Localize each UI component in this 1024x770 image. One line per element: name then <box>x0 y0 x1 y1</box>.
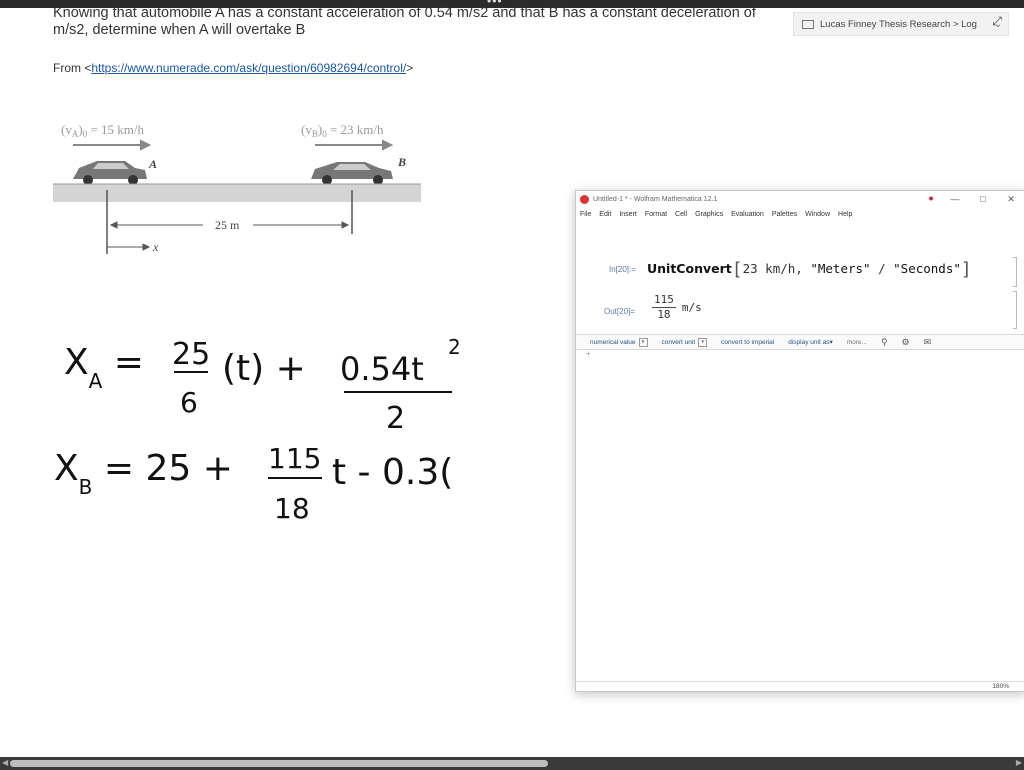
from-close: > <box>406 61 414 75</box>
svg-text:6: 6 <box>180 386 198 419</box>
input-cell-bracket[interactable] <box>1013 257 1017 287</box>
expand-icon[interactable]: ⤢ <box>988 14 1006 32</box>
mathematica-logo-icon <box>580 194 589 204</box>
question-line-2: m/s2, determine when A will overtake B <box>53 22 306 38</box>
svg-text:(t) +: (t) + <box>222 348 306 389</box>
output-unit: m/s <box>681 301 702 314</box>
input-arg-unit-num: "Meters" <box>810 261 871 276</box>
menu-evaluation[interactable]: Evaluation <box>731 211 764 218</box>
maximize-icon[interactable]: □ <box>969 194 997 204</box>
search-icon[interactable]: ⚲ <box>881 337 888 348</box>
menu-format[interactable]: Format <box>645 211 667 218</box>
menu-file[interactable]: File <box>580 211 591 218</box>
svg-text:18: 18 <box>274 492 310 525</box>
output-denominator: 18 <box>657 308 671 321</box>
page-icon <box>802 19 814 29</box>
menu-palettes[interactable]: Palettes <box>772 211 797 218</box>
input-arg-unit-den: "Seconds" <box>893 261 961 276</box>
input-cell[interactable]: UnitConvert[23 km/h, "Meters" / "Seconds… <box>647 257 972 280</box>
distance-label: 25 m <box>215 218 240 232</box>
svg-text:2: 2 <box>448 335 461 359</box>
car-a-label: A <box>148 157 157 171</box>
menu-cell[interactable]: Cell <box>675 211 687 218</box>
mathematica-title: Untitled-1 * - Wolfram Mathematica 12.1 <box>593 195 718 203</box>
arrow-b <box>315 139 394 151</box>
menu-window[interactable]: Window <box>805 211 830 218</box>
scroll-right-icon[interactable]: ▶ <box>1016 758 1022 767</box>
svg-text:0.54t: 0.54t <box>340 350 424 388</box>
mathematica-window: Untitled-1 * - Wolfram Mathematica 12.1 … <box>575 190 1024 692</box>
breadcrumb-text: Lucas Finney Thesis Research > Log <box>820 18 977 30</box>
svg-text:25: 25 <box>172 337 210 372</box>
va-label: (vA)0 = 15 km/h <box>61 122 144 139</box>
zoom-level[interactable]: 180% <box>576 681 1024 691</box>
scrollbar-thumb[interactable] <box>10 760 548 767</box>
handwritten-equations: XA = 25 6 (t) + 0.54t 2 2 XB = 25 + 115 … <box>54 335 461 525</box>
notebook-breadcrumb[interactable]: Lucas Finney Thesis Research > Log ⌄ <box>793 12 1009 36</box>
output-label: Out[20]= <box>604 307 635 316</box>
x-axis-label: x <box>152 240 159 254</box>
scroll-left-icon[interactable]: ◀ <box>2 758 8 767</box>
gear-icon[interactable]: ⚙ <box>902 337 910 348</box>
suggestions-bar: numerical value ▾ convert unit ▾ convert t… <box>576 334 1024 350</box>
menu-edit[interactable]: Edit <box>599 211 611 218</box>
horizontal-scrollbar[interactable]: ◀ ▶ <box>0 757 1024 770</box>
suggestion-label: convert to imperial <box>721 338 775 346</box>
source-link-line: From <https://www.numerade.com/ask/quest… <box>53 61 413 75</box>
x-axis-arrow <box>107 243 151 251</box>
menu-insert[interactable]: Insert <box>619 211 637 218</box>
suggestion-label: convert unit <box>661 338 696 346</box>
suggestion-label: numerical value <box>590 338 636 346</box>
output-cell-bracket[interactable] <box>1013 291 1017 329</box>
svg-text:115: 115 <box>268 442 321 475</box>
menu-graphics[interactable]: Graphics <box>695 211 723 218</box>
suggestion-more[interactable]: more... <box>847 339 867 346</box>
output-fraction: 115 18 <box>652 293 676 322</box>
close-icon[interactable]: ✕ <box>997 194 1024 205</box>
xb-equation: XB = 25 + <box>54 448 233 499</box>
suggestion-numerical-value[interactable]: numerical value ▾ <box>590 337 648 347</box>
road <box>53 184 421 202</box>
problem-figure: (vA)0 = 15 km/h (vB)0 = 23 km/h A B 25 m… <box>53 122 421 254</box>
chevron-down-icon[interactable]: ▾ <box>829 338 832 346</box>
notebook-area[interactable]: In[20]:= UnitConvert[23 km/h, "Meters" /… <box>576 221 1024 691</box>
output-cell[interactable]: 115 18 m/s <box>652 293 702 322</box>
arrow-a <box>73 139 152 151</box>
input-arg-quantity: 23 km/h <box>742 261 796 276</box>
mathematica-titlebar: Untitled-1 * - Wolfram Mathematica 12.1 … <box>576 191 1024 207</box>
menu-help[interactable]: Help <box>838 211 852 218</box>
output-numerator: 115 <box>652 293 676 308</box>
vb-label: (vB)0 = 23 km/h <box>301 122 384 139</box>
suggestion-convert-imperial[interactable]: convert to imperial <box>721 339 774 346</box>
suggestion-display-unit[interactable]: display unit as ▾ <box>788 338 832 347</box>
suggestion-convert-unit[interactable]: convert unit ▾ <box>661 337 708 347</box>
svg-text:2: 2 <box>386 401 405 436</box>
minimize-icon[interactable]: — <box>941 194 969 204</box>
car-b-icon <box>311 162 393 185</box>
chat-icon[interactable]: ✉ <box>924 337 932 348</box>
input-label: In[20]:= <box>609 265 636 274</box>
cell-insertion-icon[interactable]: + <box>586 349 591 358</box>
car-a-icon <box>73 161 147 185</box>
feedback-icon[interactable]: ✸ <box>921 195 941 203</box>
question-line-1: Knowing that automobile A has a constant… <box>53 5 756 21</box>
dropdown-icon[interactable]: ▾ <box>698 337 708 347</box>
suggestion-label: display unit as <box>788 338 830 346</box>
function-name: UnitConvert <box>647 261 732 276</box>
from-label: From < <box>53 61 92 75</box>
dropdown-icon[interactable]: ▾ <box>638 337 648 347</box>
question-text: Knowing that automobile A has a constant… <box>53 5 813 39</box>
source-link[interactable]: https://www.numerade.com/ask/question/60… <box>91 61 406 75</box>
xa-equation: XA = <box>64 342 144 393</box>
car-b-label: B <box>397 155 406 169</box>
mathematica-menubar: File Edit Insert Format Cell Graphics Ev… <box>576 207 1024 221</box>
svg-text:t - 0.3(: t - 0.3( <box>332 452 453 493</box>
